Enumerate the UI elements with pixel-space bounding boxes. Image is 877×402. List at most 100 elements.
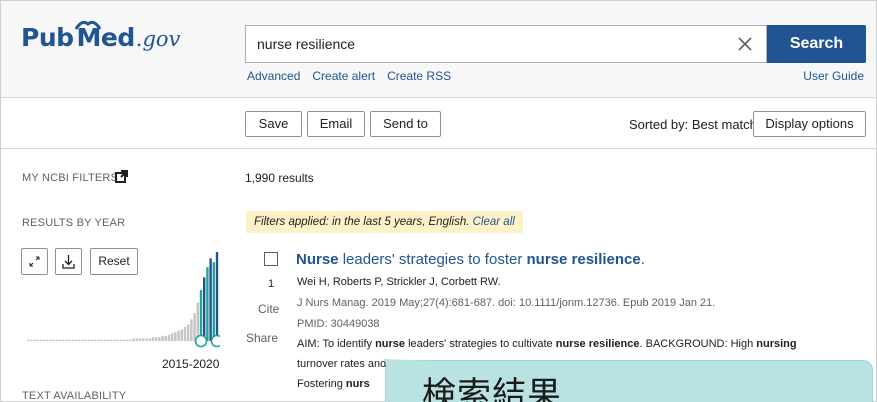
- year-bar[interactable]: [43, 339, 46, 341]
- range-slider-handle[interactable]: [194, 334, 208, 348]
- year-bar[interactable]: [65, 339, 68, 341]
- year-bar[interactable]: [97, 339, 100, 341]
- book-icon: [74, 20, 101, 30]
- year-bar[interactable]: [81, 339, 84, 341]
- save-button[interactable]: Save: [245, 111, 302, 137]
- year-bar[interactable]: [215, 252, 219, 341]
- range-slider-handle[interactable]: [210, 334, 221, 348]
- year-bar[interactable]: [145, 338, 148, 341]
- year-bar[interactable]: [84, 339, 87, 341]
- year-bar[interactable]: [161, 335, 164, 341]
- create-alert-link[interactable]: Create alert: [312, 69, 375, 83]
- year-bar[interactable]: [59, 339, 62, 341]
- share-button[interactable]: Share: [246, 331, 278, 345]
- clear-filters-link[interactable]: Clear all: [473, 216, 515, 228]
- result-snippet-line3: Fostering nurs: [297, 378, 370, 390]
- year-bar[interactable]: [203, 277, 206, 341]
- year-bar[interactable]: [123, 339, 126, 341]
- year-bar[interactable]: [75, 339, 78, 341]
- year-bar[interactable]: [103, 339, 107, 341]
- result-title-link[interactable]: Nurse leaders' strategies to foster nurs…: [296, 251, 645, 268]
- sort-label[interactable]: Sorted by: Best match: [629, 117, 757, 132]
- year-bar[interactable]: [148, 338, 151, 341]
- year-bar[interactable]: [158, 337, 161, 341]
- year-bar[interactable]: [139, 338, 142, 341]
- year-bar[interactable]: [94, 339, 97, 341]
- search-links: Advanced Create alert Create RSS: [247, 69, 463, 83]
- year-bar[interactable]: [171, 333, 174, 341]
- year-bar[interactable]: [68, 339, 71, 341]
- year-bar[interactable]: [151, 337, 155, 341]
- header-bar: Pub Med .gov nurse resilience Search Adv…: [1, 1, 876, 98]
- search-input[interactable]: nurse resilience: [245, 25, 767, 63]
- year-bar[interactable]: [110, 339, 113, 341]
- year-bar[interactable]: [100, 339, 103, 341]
- year-bar[interactable]: [126, 339, 129, 341]
- year-bar[interactable]: [62, 339, 65, 341]
- text-availability-heading: TEXT AVAILABILITY: [22, 390, 127, 402]
- year-bar[interactable]: [209, 258, 212, 341]
- year-bar[interactable]: [142, 338, 145, 341]
- year-bar[interactable]: [30, 339, 33, 341]
- result-checkbox[interactable]: [264, 252, 278, 266]
- year-bar[interactable]: [177, 330, 180, 341]
- year-bar[interactable]: [132, 338, 135, 341]
- year-bar[interactable]: [164, 335, 167, 341]
- year-bar[interactable]: [36, 339, 39, 341]
- snippet-text: leaders' strategies to cultivate: [405, 338, 556, 350]
- year-bar[interactable]: [116, 339, 119, 341]
- year-range-label: 2015-2020: [162, 357, 220, 371]
- year-bar[interactable]: [71, 339, 75, 341]
- my-ncbi-filters-heading[interactable]: MY NCBI FILTERS: [22, 172, 118, 184]
- year-bar[interactable]: [33, 339, 36, 341]
- year-bar[interactable]: [46, 339, 49, 341]
- results-count: 1,990 results: [245, 171, 314, 185]
- year-bar[interactable]: [78, 339, 81, 341]
- year-bar[interactable]: [167, 334, 171, 341]
- result-number: 1: [268, 278, 275, 290]
- email-button[interactable]: Email: [307, 111, 365, 137]
- snippet-highlight: nurse resilience: [555, 338, 640, 350]
- year-bar[interactable]: [119, 339, 123, 341]
- year-bar[interactable]: [193, 313, 196, 341]
- search-button[interactable]: Search: [767, 25, 866, 63]
- year-bar[interactable]: [107, 339, 110, 341]
- year-bar[interactable]: [180, 329, 183, 341]
- year-bar[interactable]: [190, 319, 193, 341]
- logo-pub-text: Pub: [21, 23, 74, 52]
- user-guide-link[interactable]: User Guide: [803, 69, 864, 83]
- year-bar[interactable]: [174, 332, 177, 341]
- year-bar[interactable]: [27, 339, 30, 341]
- year-bar[interactable]: [155, 337, 158, 341]
- callout-text: 検索結果: [422, 375, 562, 402]
- cite-button[interactable]: Cite: [258, 302, 279, 316]
- create-rss-link[interactable]: Create RSS: [387, 69, 451, 83]
- year-bar[interactable]: [187, 324, 190, 341]
- year-bar[interactable]: [212, 262, 215, 341]
- year-bar[interactable]: [49, 339, 52, 341]
- year-bar[interactable]: [91, 339, 94, 341]
- year-bar[interactable]: [183, 327, 187, 341]
- external-link-icon[interactable]: [115, 170, 128, 183]
- clear-search-icon[interactable]: [735, 34, 755, 54]
- advanced-link[interactable]: Advanced: [247, 69, 300, 83]
- year-timeline-chart[interactable]: [20, 248, 220, 348]
- year-bar[interactable]: [206, 267, 209, 341]
- snippet-text: . BACKGROUND: High: [639, 338, 757, 350]
- year-bar[interactable]: [113, 339, 116, 341]
- pubmed-logo[interactable]: Pub Med .gov: [21, 20, 180, 59]
- result-snippet: AIM: To identify nurse leaders' strategi…: [297, 338, 797, 350]
- year-bar[interactable]: [135, 338, 139, 341]
- display-options-button[interactable]: Display options: [753, 111, 866, 137]
- year-bar[interactable]: [129, 339, 132, 341]
- logo-med-text: Med: [74, 20, 135, 52]
- year-bar[interactable]: [199, 290, 203, 341]
- send-to-button[interactable]: Send to: [370, 111, 441, 137]
- result-pmid: PMID: 30449038: [297, 318, 380, 330]
- year-bar[interactable]: [39, 339, 43, 341]
- title-text: .: [640, 251, 645, 268]
- snippet-highlight: nursing: [756, 338, 797, 350]
- year-bar[interactable]: [87, 339, 91, 341]
- year-bar[interactable]: [52, 339, 55, 341]
- year-bar[interactable]: [55, 339, 59, 341]
